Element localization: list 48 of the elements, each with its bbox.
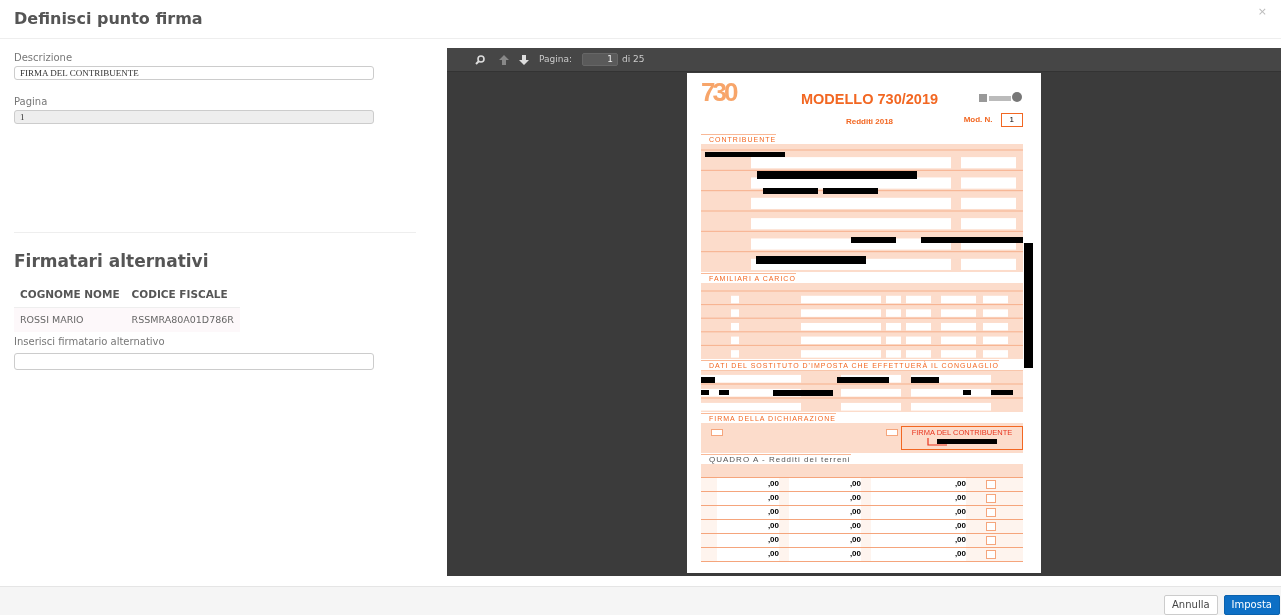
checkbox-drawing xyxy=(886,428,898,436)
dialog-title: Definisci punto firma xyxy=(14,9,203,29)
section-heading: QUADRO A - Redditi dei terreni xyxy=(701,453,851,464)
page-label: Pagina: xyxy=(539,52,572,66)
table-cell: ROSSI MARIO xyxy=(14,307,126,333)
section-title: Firmatari alternativi xyxy=(14,251,210,272)
amount-cell: ,00 xyxy=(954,494,966,503)
amount-cell: ,00 xyxy=(767,480,779,489)
amount-cell: ,00 xyxy=(767,508,779,517)
down-arrow-icon xyxy=(519,54,529,65)
amount-cell: ,00 xyxy=(849,480,861,489)
amount-cell: ,00 xyxy=(954,508,966,517)
logo: 730 xyxy=(701,79,736,105)
checkbox-drawing xyxy=(711,428,723,436)
redacted-signature-drawing xyxy=(927,438,997,446)
amount-cell: ,00 xyxy=(954,480,966,489)
column-header: CODICE FISCALE xyxy=(125,283,240,308)
column-header: COGNOME NOME xyxy=(14,283,126,308)
amount-cell: ,00 xyxy=(849,494,861,503)
amount-cell: ,00 xyxy=(954,522,966,531)
amount-cell: ,00 xyxy=(849,508,861,517)
description-field[interactable]: FIRMA DEL CONTRIBUENTE xyxy=(14,66,374,80)
form-label: Mod. N. xyxy=(963,114,993,126)
amount-cell: ,00 xyxy=(767,522,779,531)
table-cell: RSSMRA80A01D786R xyxy=(125,307,240,333)
amount-cell: ,00 xyxy=(767,550,779,559)
amount-cell: ,00 xyxy=(954,536,966,545)
page-number-field[interactable]: 1 xyxy=(582,53,618,66)
amount-cell: ,00 xyxy=(954,550,966,559)
up-arrow-icon xyxy=(499,54,509,65)
amount-cell: ,00 xyxy=(849,550,861,559)
primary-button[interactable]: Imposta xyxy=(1223,595,1280,615)
form-number: 1 xyxy=(1000,113,1023,127)
field-label: Descrizione xyxy=(14,51,74,65)
page-field[interactable]: 1 xyxy=(14,110,374,124)
amount-cell: ,00 xyxy=(849,536,861,545)
page-count: di 25 xyxy=(622,52,645,66)
search-icon xyxy=(475,54,485,65)
field-label: Inserisci firmatario alternativo xyxy=(14,335,166,350)
document-subtitle: Redditi 2018 xyxy=(845,115,894,128)
amount-cell: ,00 xyxy=(849,522,861,531)
document-title: MODELLO 730/2019 xyxy=(801,90,938,109)
cancel-button[interactable]: Annulla xyxy=(1164,595,1218,615)
amount-cell: ,00 xyxy=(767,494,779,503)
field-label: Pagina xyxy=(14,95,49,109)
signer-field[interactable] xyxy=(14,353,374,371)
amount-cell: ,00 xyxy=(767,536,779,545)
emblem-drawing xyxy=(979,91,1023,103)
